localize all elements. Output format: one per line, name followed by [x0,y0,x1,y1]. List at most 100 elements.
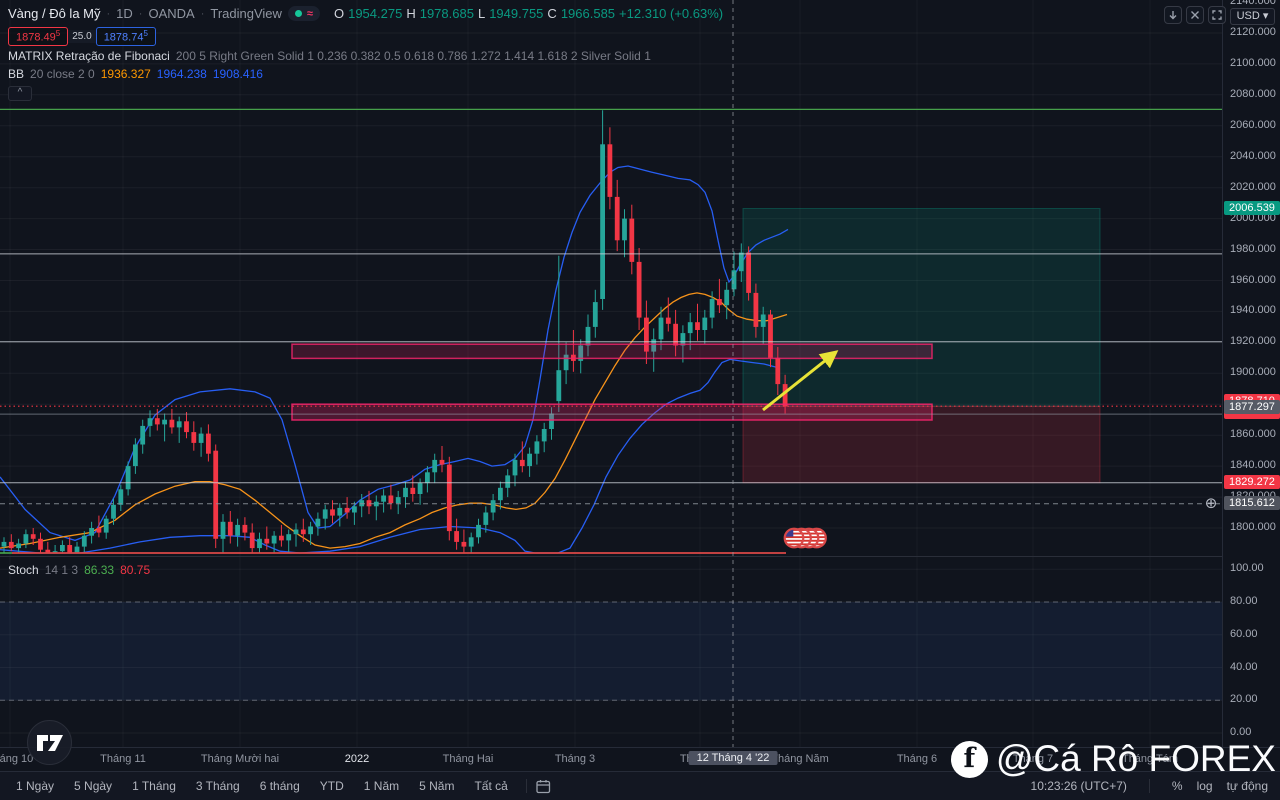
buy-button[interactable]: 1878.745 [95,27,156,46]
percent-scale-button[interactable]: % [1172,779,1183,793]
symbol-legend[interactable]: Vàng / Đô la Mỹ · 1D · OANDA · TradingVi… [8,6,723,21]
high-label: H [406,6,416,21]
open-value: 1954.275 [348,6,403,21]
high-value: 1978.685 [419,6,474,21]
range-button[interactable]: 5 Ngày [64,776,122,796]
collapse-legend-button[interactable]: ^ [8,86,32,101]
time-axis-label: Tháng Mười hai [200,753,280,765]
supply-demand-zone[interactable] [291,343,933,360]
low-value: 1949.755 [489,6,544,21]
price-tick: 1900.000 [1230,366,1276,379]
stoch-tick: 20.00 [1230,693,1258,706]
stoch-d-value: 80.75 [120,563,151,577]
stoch-band [0,602,1222,701]
stoch-tick: 0.00 [1230,726,1252,738]
close-value: 1966.585 [560,6,616,21]
channel-watermark: f @Cá Rô FOREX [950,738,1276,780]
currency-dropdown[interactable]: USD ▾ [1230,8,1275,25]
collapse-pane-button[interactable] [1186,6,1204,24]
time-axis-label: Tháng 6 [896,753,938,765]
price-tick: 1920.000 [1230,335,1276,348]
go-to-date-button[interactable] [535,778,552,795]
price-axis-label: 1829.272 [1224,474,1280,489]
trade-buttons: 1878.495 25.0 1878.745 [8,27,156,46]
stoch-tick: 80.00 [1230,595,1258,607]
divider [1148,779,1150,793]
price-axis[interactable]: USD ▾ 2140.000 2120.000 2100.000 2080.000 20… [1222,0,1280,747]
price-tick: 2120.000 [1230,26,1276,38]
change-value: +12.310 (+0.63%) [619,6,724,21]
divider [525,779,527,793]
bb-basis-value: 1936.327 [100,67,151,81]
watermark-handle: @Cá Rô FOREX [995,738,1276,779]
maximize-pane-button[interactable] [1208,6,1226,24]
price-tick: 1860.000 [1230,428,1276,441]
bb-lower-value: 1908.416 [212,67,263,81]
price-axis-label: 1877.297 [1224,400,1280,415]
tradingview-chart-window: Vàng / Đô la Mỹ · 1D · OANDA · TradingVi… [0,0,1280,800]
price-tick: 1980.000 [1230,242,1276,255]
ohlc-values: O 1954.275 H 1978.685 L 1949.755 C 1966.585 … [334,6,723,21]
indicator-name[interactable]: Stoch [8,563,39,577]
time-axis-label: Tháng Năm [771,753,829,765]
indicator-params: 20 close 2 0 [30,67,95,81]
separator: · [200,7,205,20]
open-label: O [333,6,345,21]
exchange-label: OANDA [148,6,195,21]
date-range-buttons: 1 Ngày 5 Ngày 1 Tháng 3 Tháng 6 tháng YTD 1 Nă… [0,776,518,796]
indicator-params: 200 5 Right Green Solid 1 0.236 0.382 0.… [175,49,651,63]
long-position-profit-box[interactable] [742,208,1101,407]
price-tick: 2100.000 [1230,56,1276,69]
chart-plot[interactable] [0,0,1222,747]
range-button[interactable]: 1 Năm [354,776,409,796]
price-tick: 2060.000 [1230,118,1276,131]
auto-scale-button[interactable]: tự động [1227,779,1268,793]
indicator-name[interactable]: MATRIX Retração de Fibonaci [8,49,170,63]
price-tick: 2040.000 [1230,149,1276,162]
stoch-tick: 100.00 [1230,562,1264,575]
separator: · [106,7,111,20]
add-alert-plus-icon[interactable]: ⊕ [1203,496,1219,512]
chart-canvas[interactable] [0,0,1222,747]
tradingview-logo[interactable] [27,720,72,765]
log-scale-button[interactable]: log [1197,779,1213,793]
indicator-stoch-row[interactable]: Stoch 14 1 3 86.33 80.75 [8,563,150,577]
time-axis-label: Tháng 10 [0,753,34,765]
pane-controls [1164,6,1226,24]
interval-label[interactable]: 1D [116,6,133,21]
price-tick: 1940.000 [1230,304,1276,317]
time-axis-label: 2022 [344,753,370,765]
time-axis-label: Tháng 11 [100,753,146,765]
clock-label[interactable]: 10:23:26 (UTC+7) [1031,779,1127,793]
range-button[interactable]: 1 Tháng [122,776,186,796]
sell-button[interactable]: 1878.495 [8,27,69,46]
stoch-tick: 40.00 [1230,660,1258,673]
range-button[interactable]: 1 Ngày [6,776,64,796]
symbol-title[interactable]: Vàng / Đô la Mỹ [8,6,101,21]
facebook-icon: f [950,740,988,778]
price-tick: 2080.000 [1230,87,1276,100]
separator: · [138,7,143,20]
bb-lower-band [0,358,777,554]
notification-wave-icon: ≈ [306,7,313,20]
range-button[interactable]: 3 Tháng [186,776,250,796]
indicator-name[interactable]: BB [8,67,24,81]
price-tick: 1960.000 [1230,273,1276,286]
indicator-params: 14 1 3 [44,563,79,577]
range-button[interactable]: 5 Năm [409,776,464,796]
toolbar-right: 10:23:26 (UTC+7) % log tự động [1031,779,1280,793]
close-label: C [547,6,557,21]
price-axis-label: 2006.539 [1224,200,1280,215]
indicator-bb-row[interactable]: BB 20 close 2 0 1936.327 1964.238 1908.4… [8,67,263,81]
time-axis-label: Tháng Hai [442,753,494,765]
market-status-pill[interactable]: ≈ [287,6,320,21]
low-label: L [477,6,486,21]
range-button[interactable]: YTD [310,776,354,796]
price-tick: 1840.000 [1230,459,1276,472]
price-tick: 2020.000 [1230,180,1276,193]
move-pane-down-button[interactable] [1164,6,1182,24]
indicator-matrix-row[interactable]: MATRIX Retração de Fibonaci 200 5 Right … [8,49,651,63]
time-axis-label: Tháng 3 [554,753,596,765]
range-button[interactable]: Tất cả [464,776,517,796]
range-button[interactable]: 6 tháng [250,776,310,796]
